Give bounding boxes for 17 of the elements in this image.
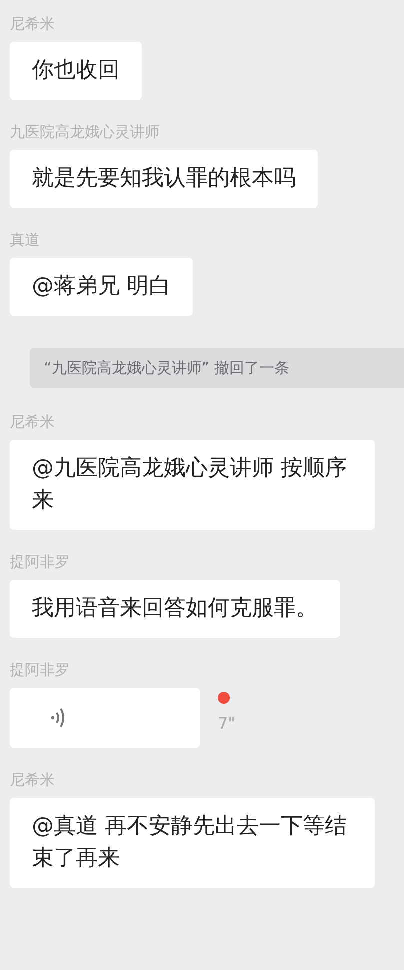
voice-message[interactable]	[10, 688, 200, 748]
recall-notice: “九医院高龙娥心灵讲师” 撤回了一条	[30, 348, 404, 388]
sound-wave-icon	[50, 706, 66, 730]
sender-name: 尼希米	[10, 770, 55, 790]
sender-name: 尼希米	[10, 412, 55, 432]
sender-name: 提阿非罗	[10, 552, 70, 572]
message-bubble: @九医院高龙娥心灵讲师 按顺序来	[10, 440, 376, 530]
sender-name: 九医院高龙娥心灵讲师	[10, 122, 160, 142]
message-bubble: @蒋弟兄 明白	[10, 258, 193, 316]
message-bubble: 我用语音来回答如何克服罪。	[10, 580, 340, 638]
message-bubble: 你也收回	[10, 42, 142, 100]
voice-duration: 7"	[218, 714, 236, 733]
message-bubble: @真道 再不安静先出去一下等结束了再来	[10, 798, 376, 888]
sender-name: 尼希米	[10, 14, 55, 34]
sender-name: 真道	[10, 230, 40, 250]
message-bubble: 就是先要知我认罪的根本吗	[10, 150, 318, 208]
sender-name: 提阿非罗	[10, 660, 70, 680]
